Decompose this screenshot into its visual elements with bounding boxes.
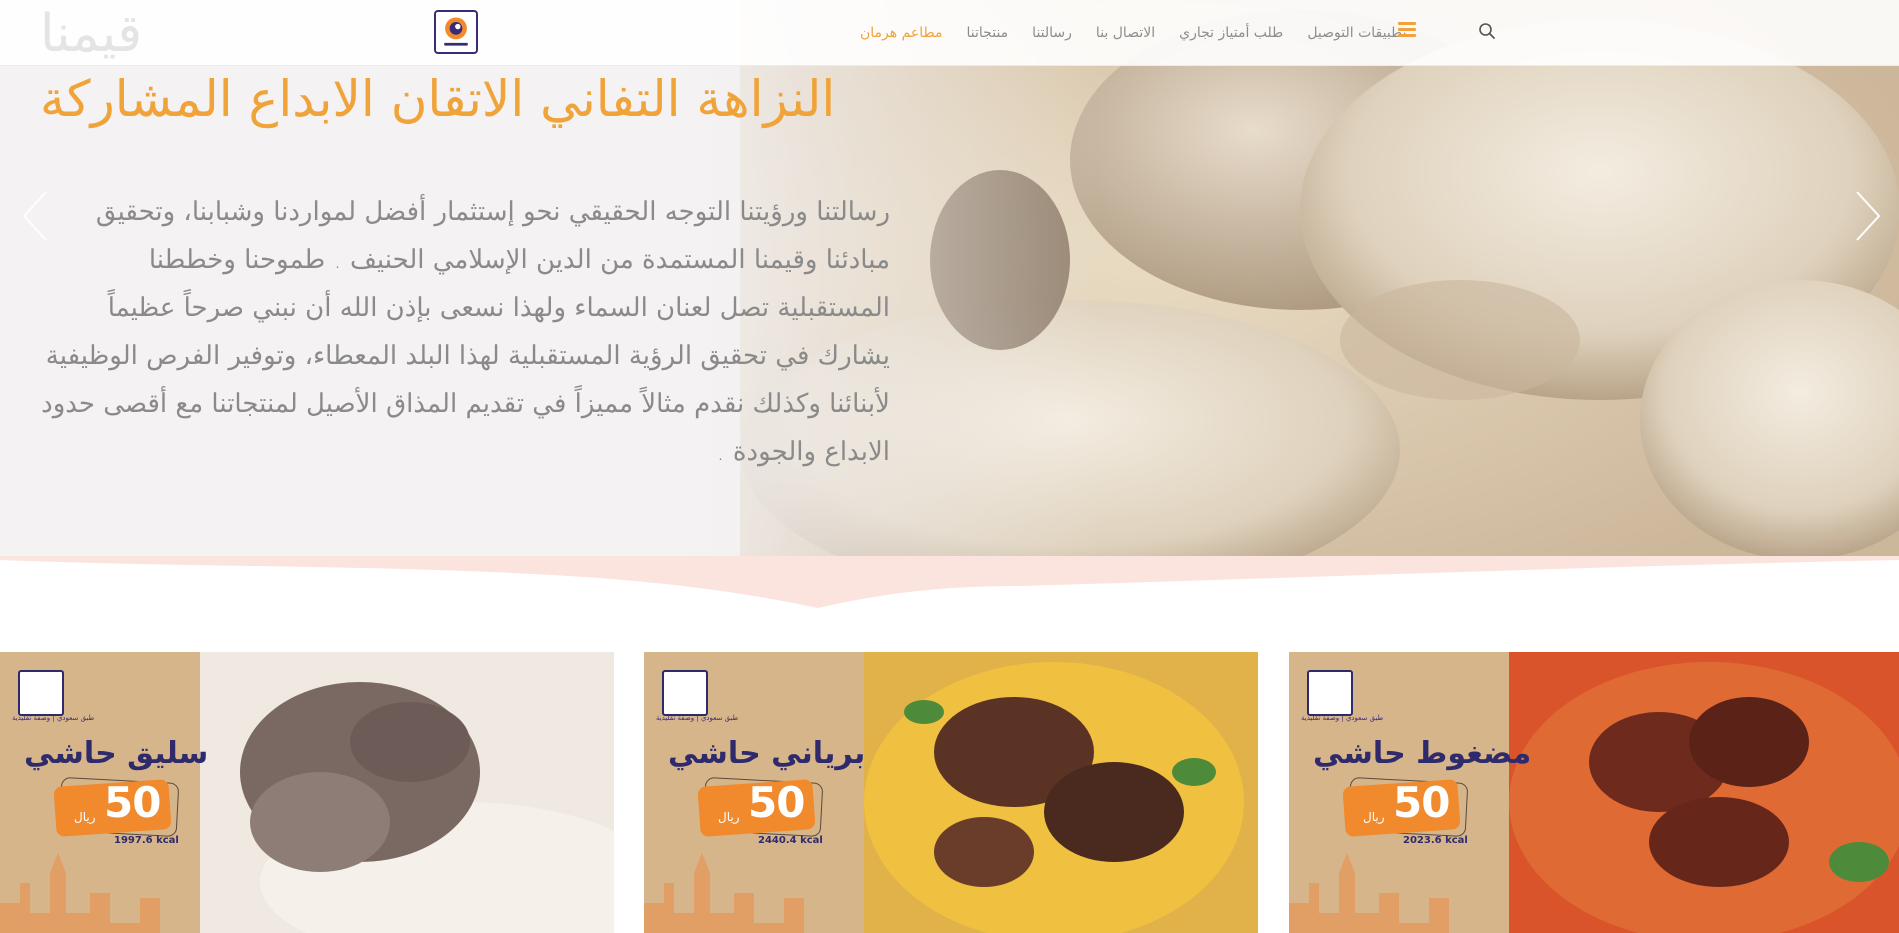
nav-item-franchise[interactable]: طلب أمتياز تجاري — [1179, 25, 1283, 41]
card-calories: 2440.4 kcal — [758, 835, 823, 846]
card-currency: ريال — [74, 810, 96, 824]
product-cards: طبق سعودي | وصفة تقليدية سليق حاشي 50 ري… — [0, 652, 1899, 933]
nav-menu: مطاعم هرمان منتجاتنا رسالتنا الاتصال بنا… — [860, 0, 1406, 66]
top-navbar: قيمنا مطاعم هرمان منتجاتنا رسالتنا الاتص… — [0, 0, 1899, 66]
nav-item-products[interactable]: منتجاتنا — [967, 25, 1009, 41]
card-calories: 2023.6 kcal — [1403, 835, 1468, 846]
hero-title: النزاهة التفاني الاتقان الابداع المشاركة — [40, 70, 836, 128]
hero-description: رسالتنا ورؤيتنا التوجه الحقيقي نحو إستثم… — [41, 197, 890, 467]
card-currency: ريال — [718, 810, 740, 824]
slider-next-icon[interactable] — [1853, 190, 1883, 242]
card-logo-icon — [18, 670, 64, 716]
card-dish-name: مضغوط حاشي — [1313, 736, 1532, 771]
nav-item-herman-restaurants[interactable]: مطاعم هرمان — [860, 25, 943, 41]
card-tagline: طبق سعودي | وصفة تقليدية — [1301, 714, 1384, 722]
skyline-decoration — [1289, 853, 1449, 933]
card-logo-icon — [662, 670, 708, 716]
product-card[interactable]: طبق سعودي | وصفة تقليدية برياني حاشي 50 … — [644, 652, 1258, 933]
card-logo-icon — [1307, 670, 1353, 716]
nav-item-contact[interactable]: الاتصال بنا — [1096, 25, 1155, 41]
dish-image — [1509, 652, 1899, 933]
card-tagline: طبق سعودي | وصفة تقليدية — [656, 714, 739, 722]
dish-image — [200, 652, 614, 933]
page: النزاهة التفاني الاتقان الابداع المشاركة… — [0, 0, 1899, 933]
product-card[interactable]: طبق سعودي | وصفة تقليدية مضغوط حاشي 50 ر… — [1289, 652, 1899, 933]
product-card[interactable]: طبق سعودي | وصفة تقليدية سليق حاشي 50 ري… — [0, 652, 614, 933]
card-currency: ريال — [1363, 810, 1385, 824]
nav-item-mission[interactable]: رسالتنا — [1032, 25, 1072, 41]
dish-image — [864, 652, 1258, 933]
brand-logo[interactable] — [434, 10, 478, 54]
card-dish-name: سليق حاشي — [24, 736, 209, 771]
hero-slider: النزاهة التفاني الاتقان الابداع المشاركة… — [0, 0, 1899, 560]
card-price: 50 — [1393, 778, 1450, 827]
card-price: 50 — [748, 778, 805, 827]
card-dish-name: برياني حاشي — [668, 736, 866, 771]
nav-item-delivery-apps[interactable]: تطبيقات التوصيل — [1307, 25, 1406, 41]
skyline-decoration — [0, 853, 160, 933]
slider-prev-icon[interactable] — [20, 190, 50, 242]
skyline-decoration — [644, 853, 804, 933]
card-tagline: طبق سعودي | وصفة تقليدية — [12, 714, 95, 722]
search-icon[interactable] — [1478, 22, 1496, 40]
card-price: 50 — [104, 778, 161, 827]
section-ghost-title: قيمنا — [40, 4, 143, 64]
logo-icon — [444, 17, 468, 46]
hamburger-icon[interactable] — [1398, 22, 1416, 38]
wave-divider — [0, 556, 1899, 608]
card-calories: 1997.6 kcal — [114, 835, 179, 846]
